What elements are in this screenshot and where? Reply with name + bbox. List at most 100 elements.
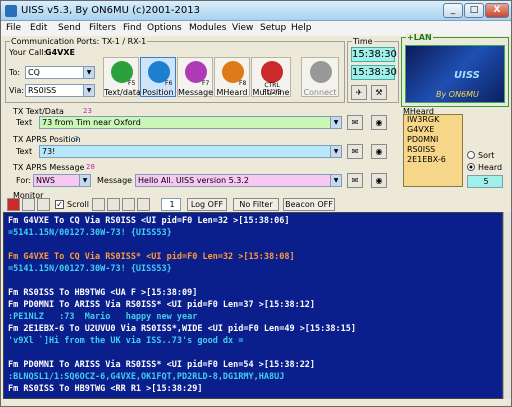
f5-key-label: F5 bbox=[128, 80, 136, 87]
tx-position-input[interactable]: 73! ▼ bbox=[39, 145, 342, 158]
menu-file[interactable]: File bbox=[6, 23, 21, 33]
send-message-button[interactable]: ✉ bbox=[347, 173, 363, 188]
local-time: 15:38:30 bbox=[351, 65, 397, 80]
menu-edit[interactable]: Edit bbox=[30, 23, 47, 33]
minimize-button[interactable]: _ bbox=[443, 3, 463, 18]
send-position-button[interactable]: ✉ bbox=[347, 144, 363, 159]
for-label: For: bbox=[16, 176, 32, 185]
filter-button[interactable]: No Filter bbox=[233, 198, 279, 211]
beacon-toggle-button[interactable]: Beacon OFF bbox=[283, 198, 335, 211]
chevron-down-icon[interactable]: ▼ bbox=[79, 175, 90, 186]
menu-bar: File Edit Send Filters Find Options Modu… bbox=[1, 21, 511, 36]
multi-line-button[interactable]: CTRL F1/2/3 Multi-line bbox=[251, 57, 291, 97]
mheard-label: MHeard bbox=[216, 88, 248, 97]
monitor-line: Fm 2E1EBX-6 To U2UVU0 Via RS0ISS*,WIDE <… bbox=[8, 324, 356, 334]
tools-icon[interactable]: ⚒ bbox=[371, 85, 387, 100]
via-combo[interactable]: RS0ISS ▼ bbox=[25, 84, 95, 97]
window-title: UISS v5.3, By ON6MU (c)2001-2013 bbox=[21, 5, 200, 16]
connect-label: Connect bbox=[303, 88, 337, 97]
chevron-down-icon[interactable]: ▼ bbox=[83, 67, 94, 78]
f7-key-label: F7 bbox=[202, 80, 210, 87]
multiline-icon bbox=[261, 61, 283, 83]
lan-title: +LAN bbox=[406, 33, 433, 42]
uiss-logo: UISS By ON6MU bbox=[405, 45, 505, 103]
record-icon[interactable] bbox=[7, 198, 20, 211]
globe-icon[interactable]: ◉ bbox=[371, 173, 387, 188]
connect-button[interactable]: Connect bbox=[301, 57, 339, 97]
chevron-down-icon[interactable]: ▼ bbox=[330, 117, 341, 128]
tx-text-value: 73 from Tim near Oxford bbox=[42, 118, 141, 127]
message-label-text: Message bbox=[97, 176, 133, 185]
position-label: Position bbox=[142, 88, 174, 97]
sort-label: Sort bbox=[478, 151, 495, 160]
tx-text-input[interactable]: 73 from Tim near Oxford ▼ bbox=[39, 116, 342, 129]
mheard-item[interactable]: 2E1EBX-6 bbox=[404, 155, 462, 165]
message-button[interactable]: F7 Message bbox=[177, 57, 213, 97]
menu-modules[interactable]: Modules bbox=[189, 23, 226, 33]
mheard-item[interactable]: PD0MNI bbox=[404, 135, 462, 145]
tools-icon[interactable] bbox=[122, 198, 135, 211]
message-input[interactable]: Hello All. UISS version 5.3.2 ▼ bbox=[135, 174, 342, 187]
log-toggle-button[interactable]: Log OFF bbox=[187, 198, 227, 211]
menu-find[interactable]: Find bbox=[123, 23, 141, 33]
monitor-scrollbar[interactable] bbox=[503, 212, 511, 399]
chevron-down-icon[interactable]: ▼ bbox=[330, 146, 341, 157]
f8-key-label: F8 bbox=[239, 80, 247, 87]
menu-send[interactable]: Send bbox=[58, 23, 81, 33]
monitor-line: 'v9Xl `]Hi from the UK via ISS..73's goo… bbox=[8, 336, 244, 346]
tx-message-title: TX APRS Message bbox=[13, 163, 85, 172]
mheard-list[interactable]: IW3RGK G4VXE PD0MNI RS0ISS 2E1EBX-6 bbox=[403, 114, 463, 187]
mheard-item[interactable]: IW3RGK bbox=[404, 115, 462, 125]
to-combo[interactable]: CQ ▼ bbox=[25, 66, 95, 79]
callsign-label: Your Call: bbox=[9, 48, 47, 57]
for-input[interactable]: NWS ▼ bbox=[33, 174, 91, 187]
chart-icon[interactable] bbox=[37, 198, 50, 211]
text-data-button[interactable]: F5 Text/data bbox=[103, 57, 141, 97]
globe-icon[interactable]: ◉ bbox=[371, 115, 387, 130]
send-text-button[interactable]: ✉ bbox=[347, 115, 363, 130]
close-button[interactable]: X bbox=[485, 3, 509, 18]
to-label: To: bbox=[9, 68, 21, 77]
heard-radio[interactable] bbox=[467, 163, 475, 171]
scroll-checkbox[interactable]: ✓ bbox=[55, 200, 64, 209]
tx-message-count: 28 bbox=[86, 163, 95, 171]
monitor-line: Fm RS0ISS To HB9TWG <RR R1 >[15:38:29] bbox=[8, 384, 203, 394]
page-field[interactable]: 1 bbox=[161, 198, 181, 211]
monitor-line: Fm G4VXE To CQ Via RS0ISS <UI pid=F0 Len… bbox=[8, 216, 290, 226]
via-value: RS0ISS bbox=[28, 86, 57, 95]
monitor-line: Fm PD0MNI To ARISS Via RS0ISS* <UI pid=F… bbox=[8, 300, 316, 310]
logo-text: UISS bbox=[454, 70, 480, 81]
scroll-label: Scroll bbox=[67, 200, 89, 209]
satellite-icon[interactable]: ✈ bbox=[351, 85, 367, 100]
tx-position-count: 3 bbox=[74, 135, 79, 143]
map-icon[interactable] bbox=[107, 198, 120, 211]
maximize-button[interactable]: □ bbox=[464, 3, 484, 18]
chevron-down-icon[interactable]: ▼ bbox=[83, 85, 94, 96]
monitor-icon[interactable] bbox=[92, 198, 105, 211]
to-value: CQ bbox=[28, 68, 40, 77]
menu-help[interactable]: Help bbox=[291, 23, 312, 33]
floppy-icon[interactable] bbox=[22, 198, 35, 211]
mheard-button[interactable]: F8 MHeard bbox=[214, 57, 250, 97]
tx-position-value: 73! bbox=[42, 147, 56, 156]
antenna-icon[interactable] bbox=[137, 198, 150, 211]
sort-radio[interactable] bbox=[467, 151, 475, 159]
menu-setup[interactable]: Setup bbox=[260, 23, 286, 33]
menu-view[interactable]: View bbox=[232, 23, 253, 33]
mheard-item[interactable]: G4VXE bbox=[404, 125, 462, 135]
globe-icon[interactable]: ◉ bbox=[371, 144, 387, 159]
heard-label: Heard bbox=[478, 163, 503, 172]
menu-filters[interactable]: Filters bbox=[89, 23, 116, 33]
monitor-line: :PE1NLZ :73 Mario happy new year bbox=[8, 312, 198, 322]
logo-subtext: By ON6MU bbox=[436, 90, 479, 99]
menu-options[interactable]: Options bbox=[147, 23, 182, 33]
tx-position-label: Text bbox=[16, 147, 33, 156]
chevron-down-icon[interactable]: ▼ bbox=[330, 175, 341, 186]
monitor-output[interactable]: Fm G4VXE To CQ Via RS0ISS <UI pid=F0 Len… bbox=[3, 212, 503, 399]
text-data-label: Text/data bbox=[104, 88, 141, 97]
position-button[interactable]: F6 Position bbox=[140, 57, 176, 97]
monitor-line: =5141.15N/00127.30W-73! {UISS53} bbox=[8, 264, 172, 274]
monitor-line: Fm G4VXE To CQ Via RS0ISS* <UI pid=F0 Le… bbox=[8, 252, 295, 262]
mheard-item[interactable]: RS0ISS bbox=[404, 145, 462, 155]
message-value: Hello All. UISS version 5.3.2 bbox=[138, 176, 249, 185]
